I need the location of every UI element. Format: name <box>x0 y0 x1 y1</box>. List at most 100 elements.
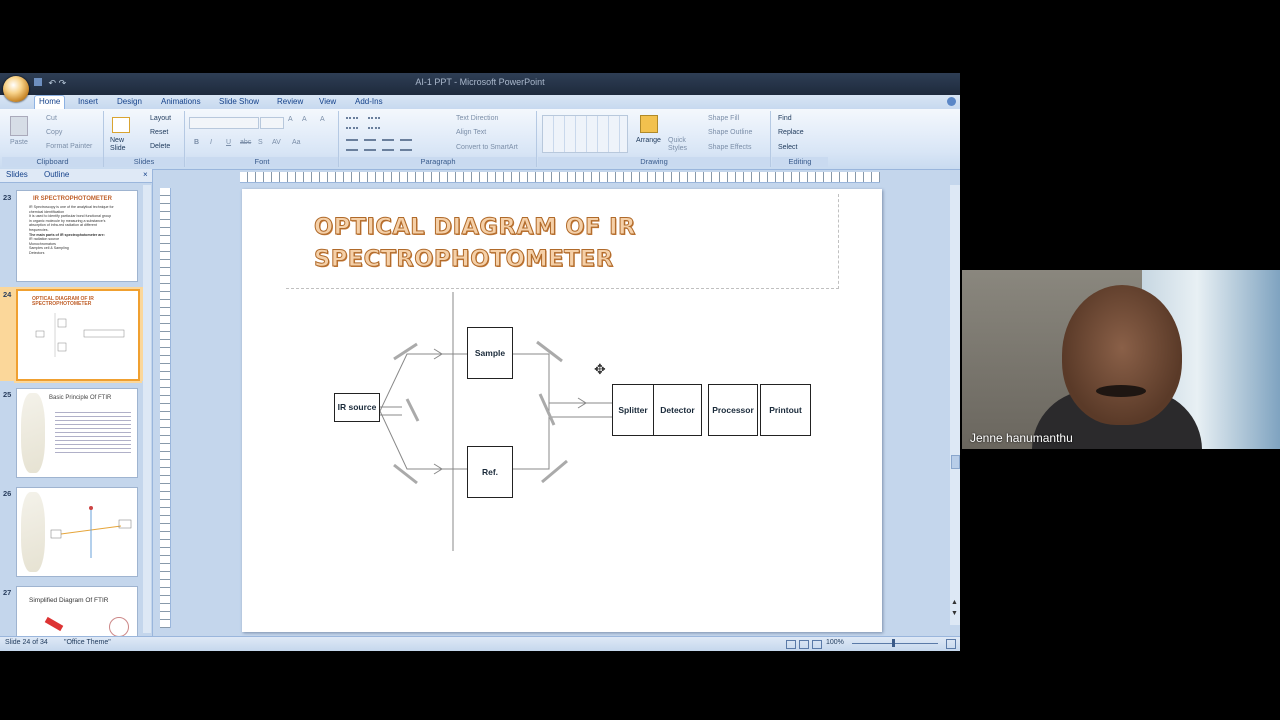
title-bar: ↶ ↷ AI-1 PPT - Microsoft PowerPoint <box>0 73 960 95</box>
char-spacing-button[interactable]: AV <box>272 139 281 146</box>
thumbnail-title: IR SPECTROPHOTOMETER <box>33 196 112 202</box>
shape-effects-button[interactable]: Shape Effects <box>708 144 751 151</box>
prev-slide-icon[interactable]: ▲ <box>951 599 958 606</box>
italic-button[interactable]: I <box>210 139 212 146</box>
slides-group: New Slide Layout Reset Delete Slides <box>104 111 185 167</box>
slide-thumbnail-26[interactable] <box>16 487 138 577</box>
editor-scrollbar[interactable]: ▲ ▼ <box>950 185 960 625</box>
slide-sorter-icon[interactable] <box>799 640 809 649</box>
quick-access-toolbar[interactable]: ↶ ↷ <box>34 78 98 90</box>
underline-button[interactable]: U <box>226 139 231 146</box>
font-size-field[interactable] <box>260 117 284 129</box>
slide-thumbnail-27[interactable]: Simplified Diagram Of FTIR <box>16 586 138 638</box>
align-center-icon[interactable] <box>364 139 376 151</box>
group-label: Slides <box>104 157 184 167</box>
theme-name: "Office Theme" <box>64 639 111 646</box>
layout-button[interactable]: Layout <box>150 115 171 122</box>
close-panel-icon[interactable]: × <box>143 170 148 179</box>
group-label: Clipboard <box>2 157 103 167</box>
slide-canvas[interactable]: OPTICAL DIAGRAM OF IR SPECTROPHOTOMETER <box>242 189 882 632</box>
tab-insert[interactable]: Insert <box>74 96 102 107</box>
mirror-source <box>405 398 420 422</box>
font-name-field[interactable] <box>189 117 259 129</box>
help-icon[interactable] <box>947 97 956 106</box>
detector-box[interactable]: Detector <box>653 384 702 436</box>
numbering-icon[interactable] <box>368 117 380 129</box>
text-direction-button[interactable]: Text Direction <box>456 115 498 122</box>
undo-icon[interactable]: ↶ <box>49 78 57 88</box>
slide-thumbnail-23[interactable]: IR SPECTROPHOTOMETER IR Spectroscopy is … <box>16 190 138 282</box>
slide-number: 25 <box>3 390 12 399</box>
clear-format-button[interactable]: A <box>320 116 325 123</box>
save-icon[interactable] <box>34 78 42 86</box>
redo-icon[interactable]: ↷ <box>59 78 67 88</box>
thumbnail-diagram <box>35 313 125 357</box>
format-painter-button[interactable]: Format Painter <box>46 143 92 150</box>
tab-review[interactable]: Review <box>273 96 307 107</box>
replace-button[interactable]: Replace <box>778 129 804 136</box>
sample-box[interactable]: Sample <box>467 327 513 379</box>
paste-button[interactable]: Paste <box>10 139 28 146</box>
strikethrough-button[interactable]: abc <box>240 139 251 146</box>
change-case-button[interactable]: Aa <box>292 139 301 146</box>
processor-box[interactable]: Processor <box>708 384 758 436</box>
office-button[interactable] <box>3 76 29 102</box>
shrink-font-button[interactable]: A <box>302 116 307 123</box>
reset-button[interactable]: Reset <box>150 129 168 136</box>
slide-number: 26 <box>3 489 12 498</box>
thumbnail-body <box>55 409 131 455</box>
quick-styles-button[interactable]: Quick Styles <box>668 137 692 153</box>
slideshow-view-icon[interactable] <box>812 640 822 649</box>
justify-icon[interactable] <box>400 139 412 151</box>
scroll-thumb[interactable] <box>951 455 960 469</box>
group-label: Editing <box>772 157 828 167</box>
zoom-level[interactable]: 100% <box>826 639 844 646</box>
tab-view[interactable]: View <box>315 96 340 107</box>
ir-source-box[interactable]: IR source <box>334 393 380 422</box>
normal-view-icon[interactable] <box>786 640 796 649</box>
shadow-button[interactable]: S <box>258 139 263 146</box>
slide-thumbnail-24[interactable]: OPTICAL DIAGRAM OF IR SPECTROPHOTOMETER <box>16 289 140 381</box>
shape-fill-button[interactable]: Shape Fill <box>708 115 739 122</box>
zoom-slider[interactable] <box>852 643 938 644</box>
moustache <box>1096 385 1146 397</box>
shape-outline-button[interactable]: Shape Outline <box>708 129 752 136</box>
next-slide-icon[interactable]: ▼ <box>951 610 958 617</box>
participant-name: Jenne hanumanthu <box>970 431 1073 445</box>
bullets-icon[interactable] <box>346 117 358 129</box>
convert-smartart-button[interactable]: Convert to SmartArt <box>456 144 518 151</box>
person-face <box>1062 285 1182 425</box>
slide-thumbnail-25[interactable]: Basic Principle Of FTIR <box>16 388 138 478</box>
mirror-icon <box>109 617 129 637</box>
arrange-button[interactable]: Arrange <box>636 137 661 144</box>
laser-icon <box>44 616 64 632</box>
reference-box[interactable]: Ref. <box>467 446 513 498</box>
tab-animations[interactable]: Animations <box>157 96 205 107</box>
fit-window-icon[interactable] <box>946 639 956 649</box>
select-button[interactable]: Select <box>778 144 797 151</box>
tab-design[interactable]: Design <box>113 96 146 107</box>
bold-button[interactable]: B <box>194 139 199 146</box>
tab-outline[interactable]: Outline <box>44 170 69 179</box>
grow-font-button[interactable]: A <box>288 116 293 123</box>
cut-button[interactable]: Cut <box>46 115 57 122</box>
move-cursor-icon: ✥ <box>594 361 606 377</box>
zoom-slider-thumb[interactable] <box>892 639 895 647</box>
copy-button[interactable]: Copy <box>46 129 62 136</box>
tab-slide-show[interactable]: Slide Show <box>215 96 263 107</box>
align-left-icon[interactable] <box>346 139 358 151</box>
align-text-button[interactable]: Align Text <box>456 129 486 136</box>
arrange-icon <box>640 115 658 133</box>
shapes-gallery[interactable] <box>542 115 628 153</box>
splitter-box[interactable]: Splitter <box>612 384 654 436</box>
ribbon: Paste Cut Copy Format Painter Clipboard … <box>0 109 960 170</box>
delete-button[interactable]: Delete <box>150 143 170 150</box>
paragraph-group: Text Direction Align Text Convert to Sma… <box>340 111 537 167</box>
tab-add-ins[interactable]: Add-Ins <box>351 96 387 107</box>
tab-slides[interactable]: Slides <box>6 170 28 179</box>
find-button[interactable]: Find <box>778 115 792 122</box>
align-right-icon[interactable] <box>382 139 394 151</box>
printout-box[interactable]: Printout <box>760 384 811 436</box>
new-slide-button[interactable]: New Slide <box>110 137 134 153</box>
panel-scrollbar[interactable] <box>143 185 151 633</box>
